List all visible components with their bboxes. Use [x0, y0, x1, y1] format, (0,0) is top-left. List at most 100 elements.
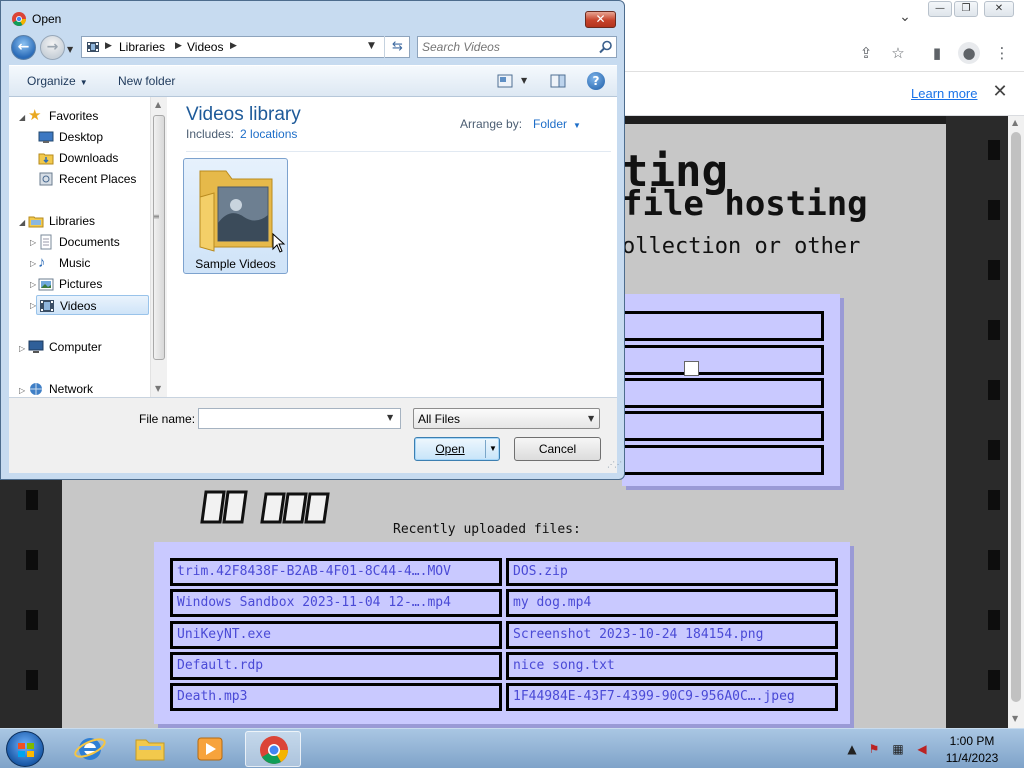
recent-file-link[interactable]: Windows Sandbox 2023-11-04 12-….mp4 — [170, 589, 502, 617]
breadcrumb-separator-icon[interactable]: ▶ — [105, 41, 112, 51]
breadcrumb-separator-icon[interactable]: ▶ — [230, 41, 237, 51]
organize-menu-button[interactable]: Organize ▼ — [27, 74, 88, 88]
nav-item-downloads[interactable]: Downloads — [38, 148, 148, 168]
breadcrumb-separator-icon[interactable]: ▶ — [175, 41, 182, 51]
scroll-down-icon[interactable]: ▼ — [155, 384, 161, 393]
clock-time[interactable]: 1:00 PM — [932, 734, 1012, 748]
recent-file-link[interactable]: 1F44984E-43F7-4399-90C9-956A0C….jpeg — [506, 683, 838, 711]
search-input[interactable] — [422, 39, 592, 55]
refresh-icon[interactable]: ⇆ — [384, 36, 410, 58]
recent-file-link[interactable]: Death.mp3 — [170, 683, 502, 711]
address-dropdown-icon[interactable]: ▼ — [368, 41, 375, 51]
folder-item-sample-videos[interactable]: Sample Videos — [183, 158, 288, 274]
recent-file-link[interactable]: UniKeyNT.exe — [170, 621, 502, 649]
search-box[interactable] — [417, 36, 617, 58]
recent-file-link[interactable]: DOS.zip — [506, 558, 838, 586]
taskbar-explorer[interactable] — [122, 731, 178, 767]
nav-item-recent-places[interactable]: Recent Places — [38, 169, 148, 189]
taskbar-media-player[interactable] — [182, 731, 238, 767]
breadcrumb-libraries[interactable]: Libraries — [119, 40, 165, 54]
volume-muted-icon[interactable]: ◀ — [914, 741, 930, 757]
nav-pane-scrollbar[interactable]: ▲ ≡ ▼ — [150, 97, 167, 397]
recent-file-link[interactable]: my dog.mp4 — [506, 589, 838, 617]
new-folder-button[interactable]: New folder — [118, 74, 175, 88]
expand-triangle-icon[interactable]: ▷ — [19, 386, 25, 395]
upload-button[interactable] — [622, 445, 824, 475]
clock-date[interactable]: 11/4/2023 — [932, 751, 1012, 765]
learn-more-link[interactable]: Learn more — [911, 86, 977, 101]
address-bar[interactable]: ▶ Libraries ▶ Videos ▶ ▼ ⇆ — [81, 36, 410, 58]
upload-field-3[interactable] — [622, 378, 824, 408]
network-icon[interactable]: ▦ — [890, 741, 906, 757]
upload-field-4[interactable] — [622, 411, 824, 441]
nav-item-pictures[interactable]: Pictures — [38, 274, 148, 294]
side-panel-icon[interactable]: ▮ — [926, 42, 948, 64]
arrange-by-dropdown[interactable]: Folder ▼ — [533, 117, 581, 131]
back-button[interactable]: ← — [11, 35, 36, 60]
file-type-filter[interactable]: All Files ▼ — [413, 408, 600, 429]
menu-kebab-icon[interactable]: ⋮ — [991, 42, 1013, 64]
library-locations-link[interactable]: 2 locations — [240, 127, 297, 141]
scroll-up-icon[interactable]: ▲ — [1012, 118, 1018, 127]
page-subheading: file hosting — [622, 184, 868, 224]
recent-locations-dropdown-icon[interactable]: ▼ — [67, 45, 73, 54]
start-button[interactable] — [6, 731, 44, 767]
browser-restore-button[interactable]: ❐ — [954, 1, 978, 17]
back-arrow-icon: ← — [17, 39, 30, 55]
profile-avatar-icon[interactable]: ● — [958, 42, 980, 64]
forward-button[interactable]: → — [40, 35, 65, 60]
scroll-down-icon[interactable]: ▼ — [1012, 714, 1018, 723]
documents-icon — [40, 234, 52, 250]
file-name-input[interactable]: ▼ — [198, 408, 401, 429]
recent-file-link[interactable]: Default.rdp — [170, 652, 502, 680]
action-center-icon[interactable]: ⚑ — [866, 741, 882, 757]
taskbar-chrome[interactable] — [245, 731, 301, 767]
scrollbar-thumb[interactable] — [1011, 132, 1021, 702]
page-scrollbar[interactable]: ▲ ▼ — [1008, 116, 1024, 728]
dialog-close-button[interactable]: ✕ — [585, 11, 616, 28]
change-view-icon[interactable] — [497, 74, 513, 88]
show-hidden-icons-icon[interactable]: ▲ — [844, 741, 860, 757]
recent-file-link[interactable]: trim.42F8438F-B2AB-4F01-8C44-4….MOV — [170, 558, 502, 586]
infobar-close-button[interactable]: ✕ — [990, 82, 1010, 102]
expand-triangle-icon[interactable]: ▷ — [30, 280, 36, 289]
organize-caret-icon: ▼ — [79, 78, 88, 87]
recent-file-link[interactable]: nice song.txt — [506, 652, 838, 680]
nav-item-documents[interactable]: Documents — [38, 232, 148, 252]
upload-checkbox[interactable] — [684, 361, 699, 376]
scroll-up-icon[interactable]: ▲ — [155, 100, 161, 109]
breadcrumb-videos[interactable]: Videos — [187, 40, 223, 54]
view-options-dropdown-icon[interactable]: ▼ — [521, 76, 527, 85]
nav-item-music[interactable]: ♪ Music — [38, 253, 148, 273]
tab-search-chevron-icon[interactable]: ⌄ — [896, 8, 914, 26]
expand-triangle-icon[interactable]: ▷ — [19, 344, 25, 353]
file-name-dropdown-icon[interactable]: ▼ — [387, 413, 393, 422]
cancel-button[interactable]: Cancel — [514, 437, 601, 461]
preview-pane-icon[interactable] — [550, 74, 566, 88]
nav-scrollbar-thumb[interactable] — [153, 115, 165, 360]
collapse-triangle-icon[interactable]: ◢ — [19, 113, 25, 122]
nav-item-computer[interactable]: Computer — [28, 337, 148, 357]
taskbar-internet-explorer[interactable] — [62, 731, 118, 767]
help-icon[interactable]: ? — [587, 72, 605, 90]
nav-item-libraries[interactable]: Libraries — [28, 211, 148, 231]
dialog-title: Open — [32, 12, 62, 26]
open-button[interactable]: Open ▼ — [414, 437, 500, 461]
upload-field-2[interactable] — [622, 345, 824, 375]
nav-item-videos[interactable]: Videos — [36, 295, 149, 315]
upload-field-1[interactable] — [622, 311, 824, 341]
open-options-dropdown-icon[interactable]: ▼ — [489, 438, 497, 460]
search-icon[interactable] — [598, 39, 614, 55]
expand-triangle-icon[interactable]: ▷ — [30, 259, 36, 268]
browser-minimize-button[interactable]: — — [928, 1, 952, 17]
expand-triangle-icon[interactable]: ▷ — [30, 238, 36, 247]
resize-grip-icon[interactable]: ⋰⋰ — [607, 460, 622, 469]
nav-item-favorites[interactable]: ★ Favorites — [28, 106, 148, 126]
collapse-triangle-icon[interactable]: ◢ — [19, 218, 25, 227]
recent-file-link[interactable]: Screenshot 2023-10-24 184154.png — [506, 621, 838, 649]
nav-item-desktop[interactable]: Desktop — [38, 127, 148, 147]
bookmark-star-icon[interactable]: ☆ — [887, 42, 909, 64]
browser-close-button[interactable]: ✕ — [984, 1, 1014, 17]
nav-item-network[interactable]: Network — [28, 379, 148, 399]
share-icon[interactable]: ⇪ — [855, 42, 877, 64]
